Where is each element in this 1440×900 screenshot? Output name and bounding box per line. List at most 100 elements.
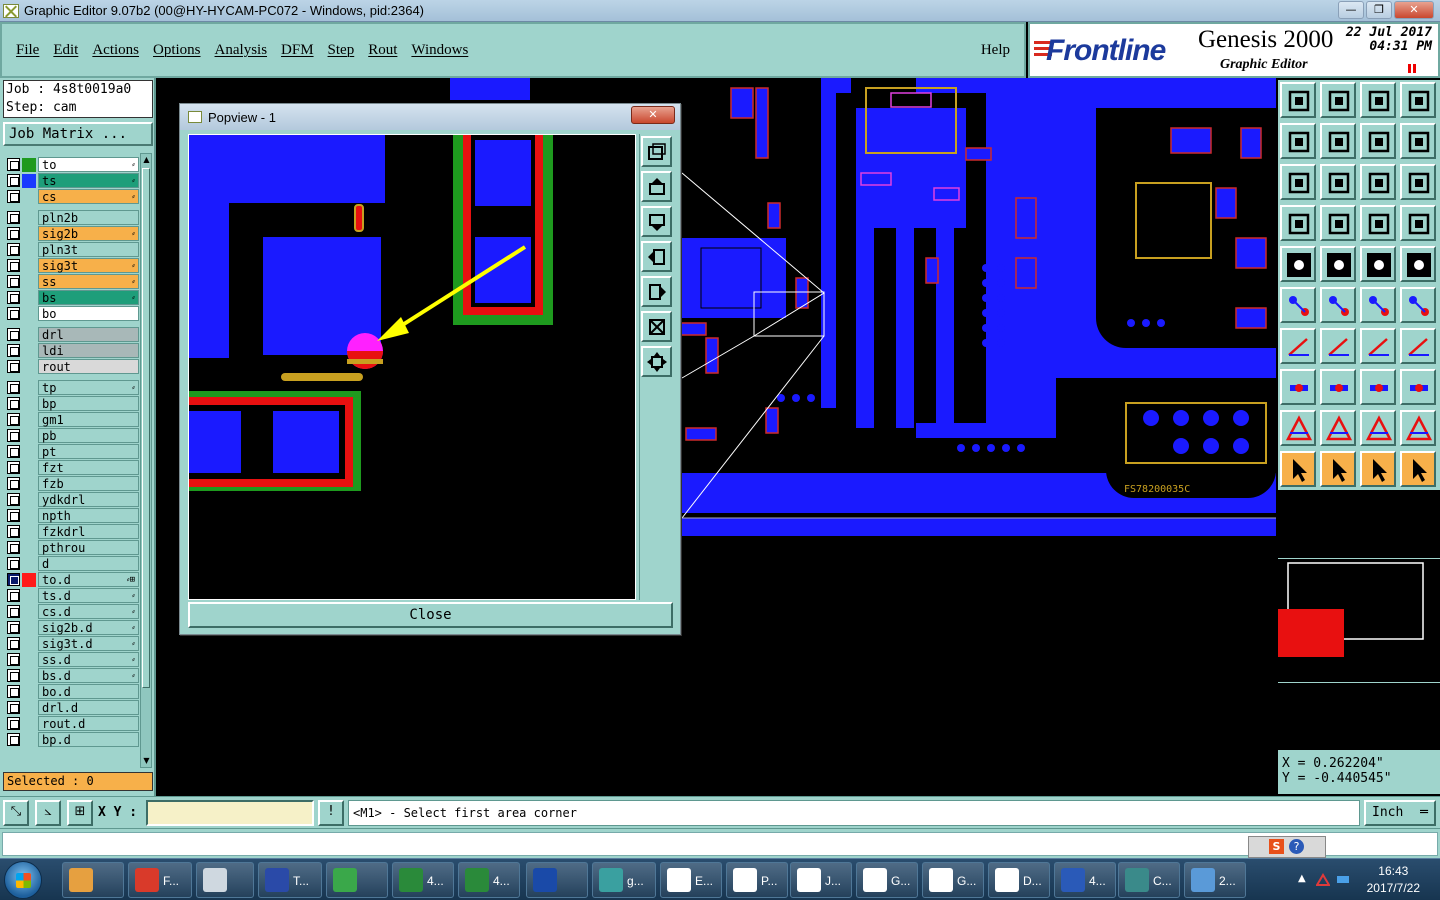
- network-icon[interactable]: [1315, 871, 1331, 886]
- layer-name[interactable]: rout: [38, 359, 139, 374]
- layer-row[interactable]: d: [3, 556, 139, 571]
- menu-edit[interactable]: Edit: [53, 42, 78, 59]
- layer-row[interactable]: sig3t.d ⸗: [3, 636, 139, 651]
- pan-up-icon[interactable]: [1280, 82, 1316, 118]
- layer-color-swatch[interactable]: [22, 716, 36, 731]
- popview-snap-button[interactable]: [641, 136, 672, 167]
- layer-row[interactable]: bs.d ⸗: [3, 668, 139, 683]
- layer-row[interactable]: fzt: [3, 460, 139, 475]
- layer-checkbox[interactable]: [7, 211, 20, 224]
- layer-color-swatch[interactable]: [22, 173, 36, 188]
- layer-row[interactable]: pt: [3, 444, 139, 459]
- taskbar-item[interactable]: [62, 862, 124, 898]
- layer-color-swatch[interactable]: [22, 572, 36, 587]
- layer-name[interactable]: sig2b ⸗: [38, 226, 139, 241]
- layer-name[interactable]: pln3t: [38, 242, 139, 257]
- layer-checkbox[interactable]: [7, 509, 20, 522]
- start-button[interactable]: [4, 861, 42, 899]
- layer-name[interactable]: cs ⸗: [38, 189, 139, 204]
- layer-color-swatch[interactable]: [22, 652, 36, 667]
- pause-icon[interactable]: [1408, 64, 1416, 73]
- popview-zoom-view[interactable]: [189, 135, 636, 600]
- taskbar-item[interactable]: J...: [790, 862, 852, 898]
- layer-checkbox[interactable]: [7, 381, 20, 394]
- layer-name[interactable]: rout.d: [38, 716, 139, 731]
- layer-checkbox[interactable]: [7, 429, 20, 442]
- rout-2-icon[interactable]: [1400, 410, 1436, 446]
- layer-checkbox[interactable]: [7, 307, 20, 320]
- layer-color-swatch[interactable]: [22, 306, 36, 321]
- layer-row[interactable]: drl.d: [3, 700, 139, 715]
- layer-name[interactable]: npth: [38, 508, 139, 523]
- layer-row[interactable]: ts ⸗: [3, 173, 139, 188]
- taskbar-item[interactable]: 4...: [1054, 862, 1116, 898]
- layer-checkbox[interactable]: [7, 413, 20, 426]
- layer-color-swatch[interactable]: [22, 540, 36, 555]
- layer-row[interactable]: npth: [3, 508, 139, 523]
- layer-color-swatch[interactable]: [22, 428, 36, 443]
- taskbar-item[interactable]: D...: [988, 862, 1050, 898]
- grid-icon[interactable]: ⊞: [67, 800, 93, 826]
- layer-name[interactable]: cs.d ⸗: [38, 604, 139, 619]
- draw-line-icon[interactable]: [1320, 328, 1356, 364]
- insert-pad-icon[interactable]: [1280, 369, 1316, 405]
- window-icon[interactable]: [1400, 82, 1436, 118]
- layer-checkbox[interactable]: [7, 328, 20, 341]
- layer-name[interactable]: ldi: [38, 343, 139, 358]
- xy-input[interactable]: [146, 800, 314, 826]
- menu-options[interactable]: Options: [153, 42, 201, 59]
- minimap[interactable]: [1278, 558, 1440, 683]
- layer-row[interactable]: fzb: [3, 476, 139, 491]
- layer-checkbox[interactable]: [7, 360, 20, 373]
- layer-row[interactable]: sig3t ⸗: [3, 258, 139, 273]
- layer-name[interactable]: ss ⸗: [38, 274, 139, 289]
- select-3-icon[interactable]: [1360, 451, 1396, 487]
- layer-color-swatch[interactable]: [22, 604, 36, 619]
- layer-name[interactable]: pln2b: [38, 210, 139, 225]
- layer-row[interactable]: bp.d: [3, 732, 139, 747]
- layer-color-swatch[interactable]: [22, 684, 36, 699]
- layer-checkbox[interactable]: [7, 717, 20, 730]
- layer-name[interactable]: bp: [38, 396, 139, 411]
- layer-checkbox[interactable]: [7, 621, 20, 634]
- layer-row[interactable]: sig2b ⸗: [3, 226, 139, 241]
- layer-name[interactable]: bs ⸗: [38, 290, 139, 305]
- layer-color-swatch[interactable]: [22, 189, 36, 204]
- layer-name[interactable]: ydkdrl: [38, 492, 139, 507]
- menu-step[interactable]: Step: [328, 42, 355, 59]
- layer-color-swatch[interactable]: [22, 210, 36, 225]
- triangle-2-icon[interactable]: [1320, 410, 1356, 446]
- layer-color-swatch[interactable]: [22, 258, 36, 273]
- layer-row[interactable]: ss ⸗: [3, 274, 139, 289]
- arc-icon[interactable]: [1360, 328, 1396, 364]
- popview-close-x-button[interactable]: ✕: [631, 106, 675, 124]
- scroll-up-icon[interactable]: ▲: [142, 155, 151, 165]
- layer-name[interactable]: fzb: [38, 476, 139, 491]
- taskbar-item[interactable]: P...: [726, 862, 788, 898]
- layer-row[interactable]: fzkdrl: [3, 524, 139, 539]
- taskbar-item[interactable]: [196, 862, 254, 898]
- taskbar-item[interactable]: C...: [1118, 862, 1180, 898]
- taskbar-item[interactable]: F...: [128, 862, 192, 898]
- layer-color-swatch[interactable]: [22, 588, 36, 603]
- popview-pan-right-button[interactable]: [641, 276, 672, 307]
- taskbar-item[interactable]: [326, 862, 388, 898]
- layer-checkbox[interactable]: [7, 275, 20, 288]
- taskbar-item[interactable]: G...: [922, 862, 984, 898]
- layer-name[interactable]: d: [38, 556, 139, 571]
- layer-checkbox[interactable]: [7, 605, 20, 618]
- layer-color-swatch[interactable]: [22, 290, 36, 305]
- layer-checkbox[interactable]: [7, 445, 20, 458]
- grid-icon[interactable]: [1320, 205, 1356, 241]
- popview-close-button[interactable]: Close: [188, 602, 673, 628]
- menu-rout[interactable]: Rout: [368, 42, 397, 59]
- query-icon[interactable]: [1400, 164, 1436, 200]
- layer-name[interactable]: sig3t ⸗: [38, 258, 139, 273]
- scale-icon[interactable]: [1360, 164, 1396, 200]
- layer-checkbox[interactable]: [7, 227, 20, 240]
- layer-checkbox[interactable]: [7, 174, 20, 187]
- volume-icon[interactable]: [1336, 871, 1350, 885]
- layer-color-swatch[interactable]: [22, 700, 36, 715]
- layer-row[interactable]: tp ⸗: [3, 380, 139, 395]
- layer-color-swatch[interactable]: [22, 556, 36, 571]
